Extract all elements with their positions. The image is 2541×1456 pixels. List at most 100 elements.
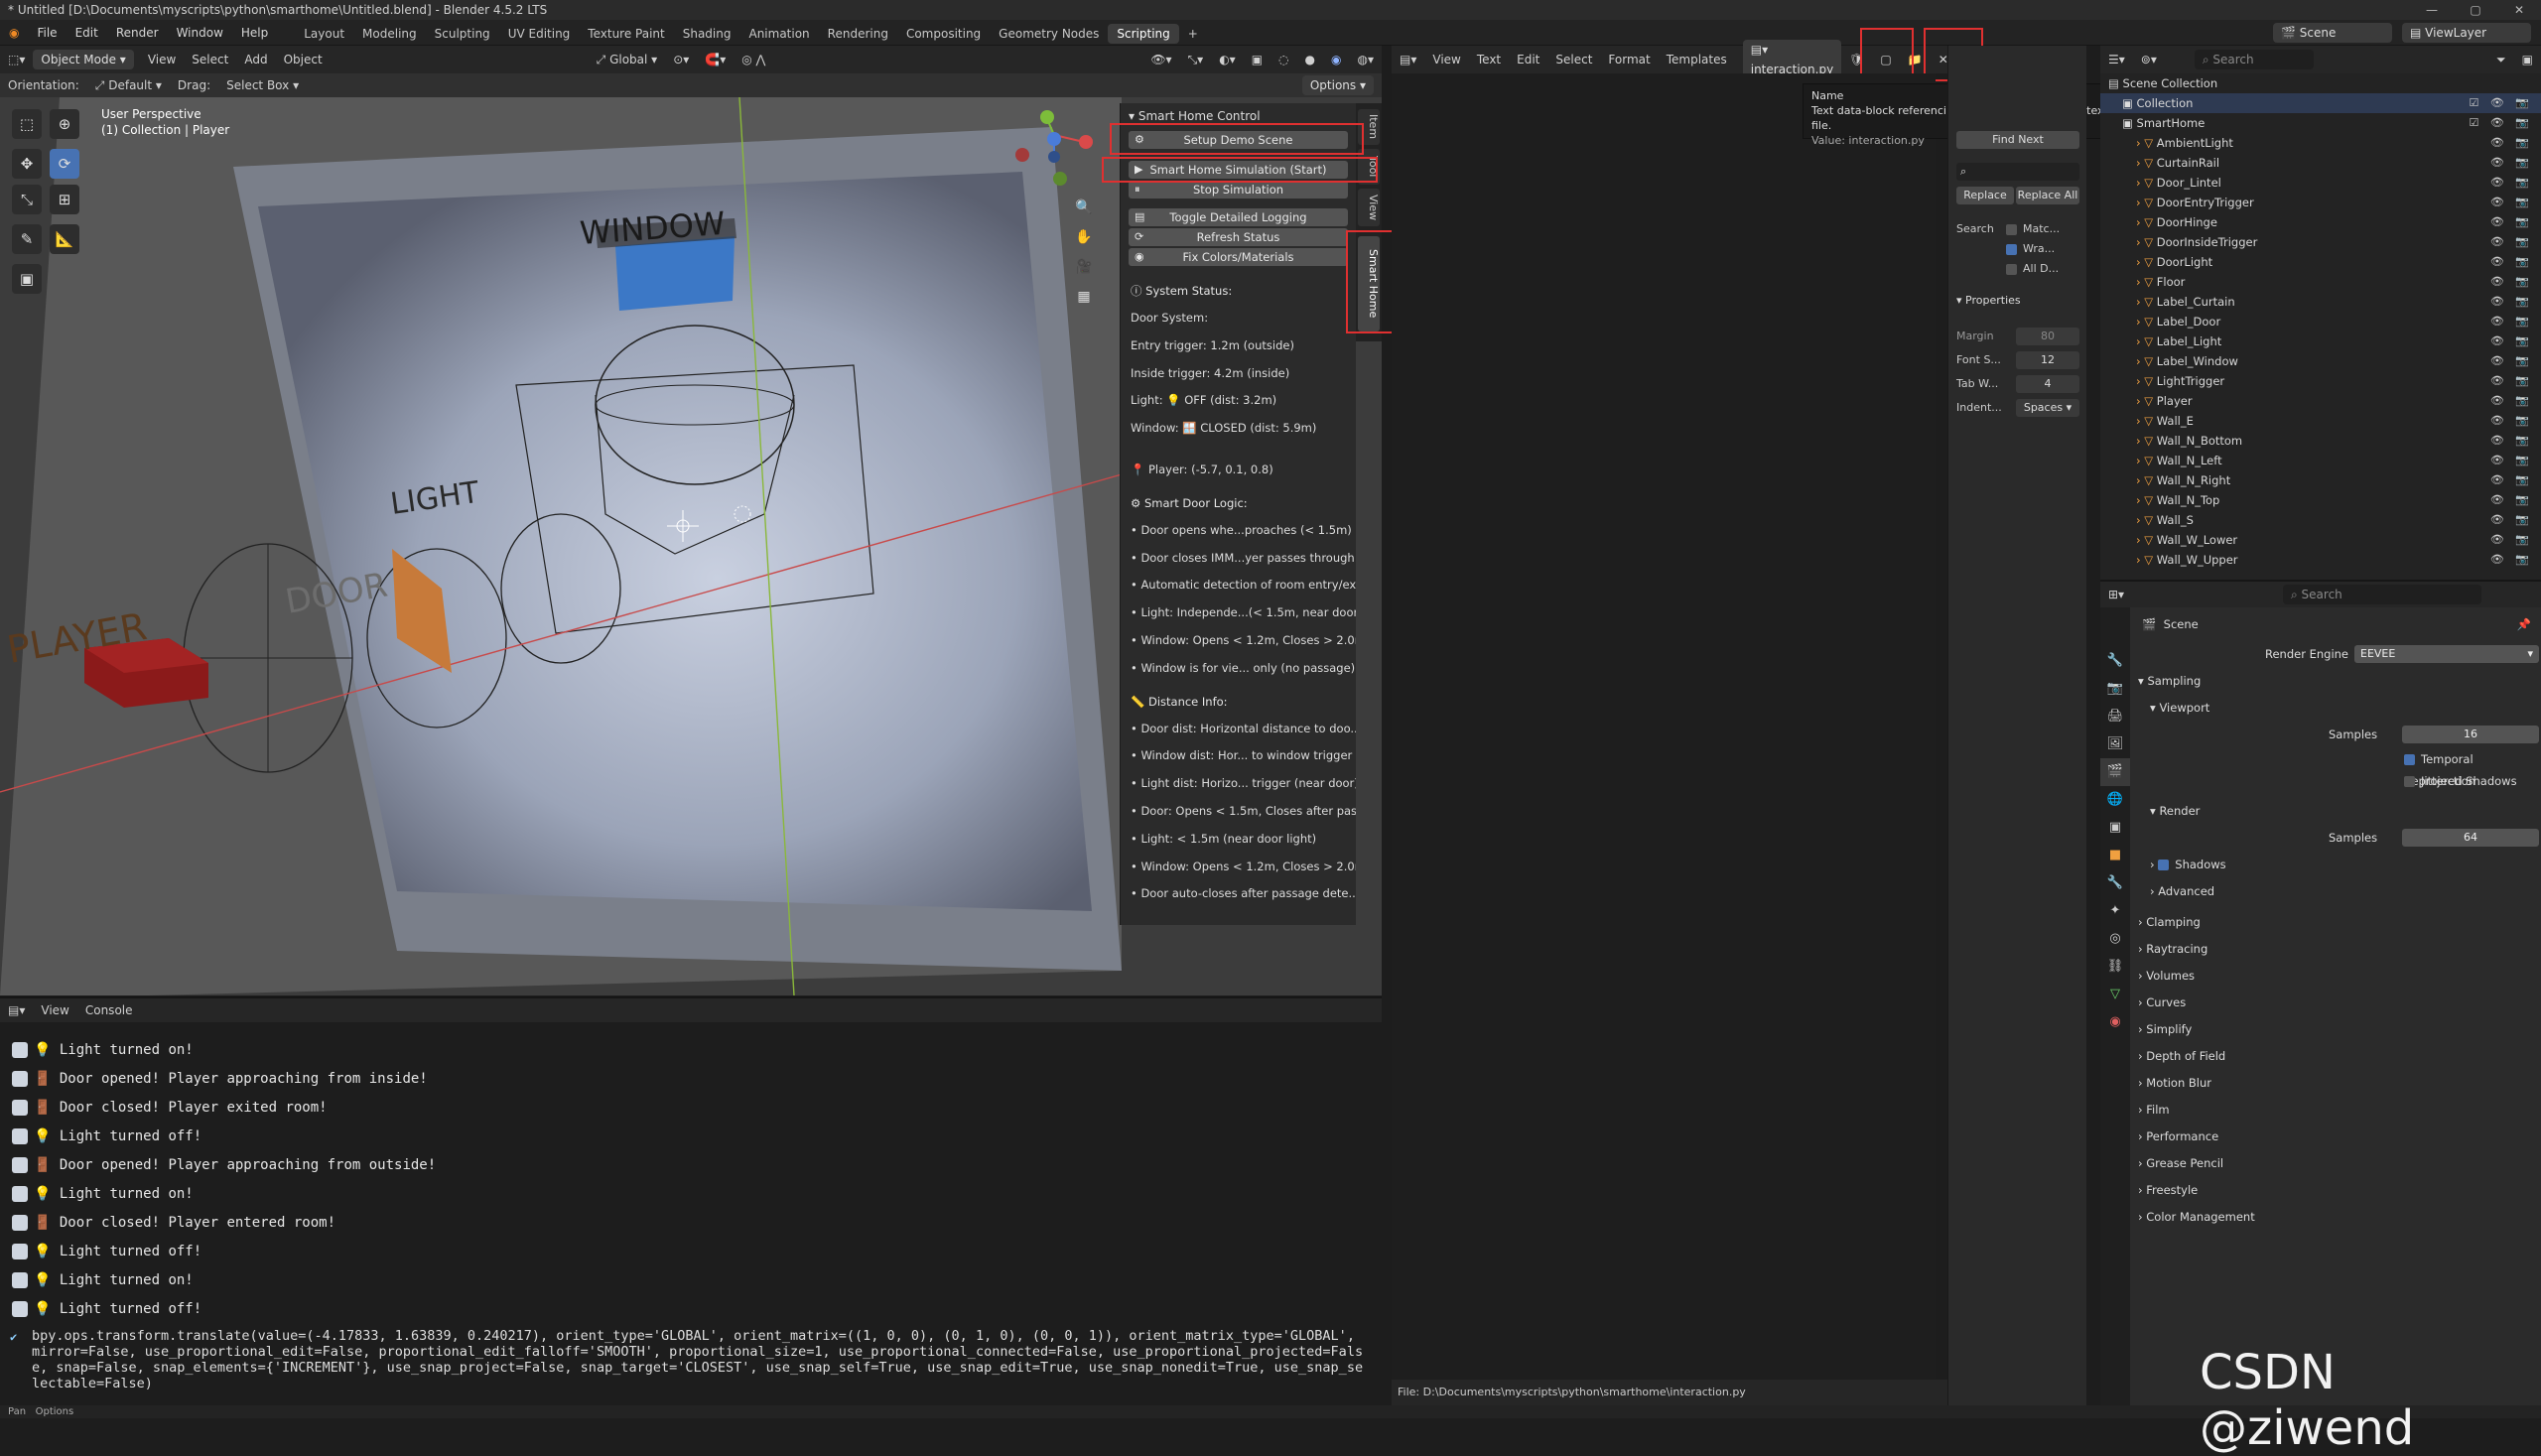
visibility-toggle-icon[interactable]: 👁 📷 (2490, 550, 2533, 570)
outliner-item[interactable]: › ▽ Label_Light 👁 📷 (2100, 331, 2541, 351)
add-cube-tool-icon[interactable]: ▣ (12, 264, 42, 294)
console-editor-type-icon[interactable]: ▤▾ (0, 998, 33, 1022)
console-menu-console[interactable]: Console (77, 998, 141, 1022)
pivot-icon[interactable]: ⊙▾ (665, 48, 697, 71)
render-samples-field[interactable]: 64 (2402, 829, 2539, 847)
workspace-tab-scripting[interactable]: Scripting (1108, 24, 1179, 44)
object-tab-icon[interactable]: ■ (2100, 842, 2130, 869)
transform-orientation-selector[interactable]: ⤢ Global ▾ (589, 48, 666, 71)
render-tab-icon[interactable]: 📷 (2100, 675, 2130, 703)
viewport-subpanel-header[interactable]: ▾ Viewport (2130, 695, 2541, 722)
visibility-toggle-icon[interactable]: ☑ 👁 📷 (2469, 93, 2533, 113)
properties-panel-header[interactable]: › Film (2130, 1097, 2541, 1124)
visibility-toggle-icon[interactable]: 👁 📷 (2490, 490, 2533, 510)
menu-help[interactable]: Help (232, 20, 277, 46)
workspace-tab-texture-paint[interactable]: Texture Paint (579, 24, 673, 44)
scene-tab-icon[interactable]: 🎬 (2100, 758, 2130, 786)
editor-type-icon[interactable]: ⬚▾ (0, 48, 33, 71)
outliner-item[interactable]: › ▽ Wall_N_Bottom 👁 📷 (2100, 431, 2541, 451)
advanced-subpanel[interactable]: › Advanced (2130, 878, 2541, 905)
outliner-root[interactable]: ▤ Scene Collection (2100, 73, 2541, 93)
material-tab-icon[interactable]: ◉ (2100, 1008, 2130, 1036)
gizmo-icon[interactable]: ⤡▾ (1180, 48, 1212, 71)
te-menu-view[interactable]: View (1424, 48, 1468, 71)
shading-material-icon[interactable]: ◉ (1323, 48, 1349, 71)
blender-logo-icon[interactable]: ◉ (0, 20, 28, 46)
collection-tab-icon[interactable]: ▣ (2100, 814, 2130, 842)
move-tool-icon[interactable]: ✥ (12, 149, 42, 179)
properties-panel-header[interactable]: › Motion Blur (2130, 1070, 2541, 1097)
all-data-checkbox[interactable]: All D... (2006, 262, 2059, 275)
physics-tab-icon[interactable]: ◎ (2100, 925, 2130, 953)
outliner-search-input[interactable]: ⌕ Search (2194, 50, 2314, 69)
visibility-toggle-icon[interactable]: 👁 📷 (2490, 133, 2533, 153)
outliner-item[interactable]: › ▽ DoorHinge 👁 📷 (2100, 212, 2541, 232)
workspace-tab-shading[interactable]: Shading (674, 24, 740, 44)
outliner-item[interactable]: › ▽ Wall_W_Lower 👁 📷 (2100, 530, 2541, 550)
workspace-tab-rendering[interactable]: Rendering (819, 24, 897, 44)
visibility-toggle-icon[interactable]: 👁 📷 (2490, 431, 2533, 451)
zoom-icon[interactable]: 🔍 (1074, 193, 1094, 222)
filter-icon[interactable]: ⏷ (2488, 48, 2514, 71)
properties-panel-header[interactable]: › Volumes (2130, 963, 2541, 990)
ortho-toggle-icon[interactable]: ▦ (1074, 282, 1094, 312)
properties-search-input[interactable]: ⌕ Search (2283, 585, 2481, 604)
vp-menu-object[interactable]: Object (276, 48, 331, 71)
properties-panel-header[interactable]: › Depth of Field (2130, 1043, 2541, 1070)
pin-icon[interactable]: 📌 (2517, 607, 2531, 641)
outliner-item[interactable]: › ▽ Floor 👁 📷 (2100, 272, 2541, 292)
outliner-item[interactable]: › ▽ Wall_N_Left 👁 📷 (2100, 451, 2541, 470)
visibility-toggle-icon[interactable]: 👁 📷 (2490, 331, 2533, 351)
wrap-checkbox[interactable]: Wra... (2006, 242, 2055, 255)
drag-selector[interactable]: Select Box ▾ (218, 73, 307, 97)
visibility-toggle-icon[interactable]: 👁 📷 (2490, 411, 2533, 431)
menu-edit[interactable]: Edit (67, 20, 107, 46)
vp-menu-add[interactable]: Add (236, 48, 275, 71)
shading-rendered-icon[interactable]: ◍▾ (1350, 48, 1383, 71)
replace-button[interactable]: Replace (1956, 187, 2014, 204)
shadows-subpanel[interactable]: › Shadows (2130, 852, 2541, 878)
viewport-samples-field[interactable]: 16 (2402, 726, 2539, 743)
outliner-item[interactable]: › ▽ Wall_N_Right 👁 📷 (2100, 470, 2541, 490)
data-tab-icon[interactable]: ▽ (2100, 981, 2130, 1008)
render-engine-selector[interactable]: EEVEE ▾ (2354, 645, 2539, 663)
outliner-item[interactable]: › ▽ Wall_S 👁 📷 (2100, 510, 2541, 530)
match-case-checkbox[interactable]: Matc... (2006, 222, 2060, 235)
sampling-panel-header[interactable]: ▾ Sampling (2130, 668, 2541, 695)
properties-panel-header[interactable]: › Freestyle (2130, 1177, 2541, 1204)
outliner-item[interactable]: › ▽ Wall_N_Top 👁 📷 (2100, 490, 2541, 510)
workspace-tab-sculpting[interactable]: Sculpting (426, 24, 499, 44)
code-editor[interactable] (1392, 73, 1936, 1380)
scene-selector[interactable]: 🎬 Scene (2273, 22, 2392, 43)
properties-panel-header[interactable]: › Clamping (2130, 909, 2541, 936)
outliner-item[interactable]: › ▽ LightTrigger 👁 📷 (2100, 371, 2541, 391)
add-workspace-icon[interactable]: + (1179, 24, 1207, 44)
te-menu-edit[interactable]: Edit (1509, 48, 1547, 71)
shading-solid-icon[interactable]: ● (1297, 48, 1323, 71)
properties-panel-header[interactable]: › Curves (2130, 990, 2541, 1016)
visibility-toggle-icon[interactable]: 👁 📷 (2490, 451, 2533, 470)
visibility-toggle-icon[interactable]: 👁 📷 (2490, 193, 2533, 212)
tab-view[interactable]: View (1358, 189, 1380, 226)
fix-materials-button[interactable]: ◉ Fix Colors/Materials (1129, 248, 1348, 266)
visibility-toggle-icon[interactable]: 👁 📷 (2490, 292, 2533, 312)
proportional-edit-icon[interactable]: ◎ ⋀ (734, 48, 773, 71)
text-editor-type-icon[interactable]: ▤▾ (1392, 48, 1424, 71)
scale-tool-icon[interactable]: ⤡ (12, 185, 42, 214)
overlay-icon[interactable]: ◐▾ (1211, 48, 1244, 71)
visibility-toggle-icon[interactable]: 👁 📷 (2490, 232, 2533, 252)
python-console[interactable]: 💡 Light turned on! 🚪 Door opened! Player… (0, 1022, 1382, 1405)
workspace-tab-modeling[interactable]: Modeling (353, 24, 426, 44)
toggle-logging-button[interactable]: ▤ Toggle Detailed Logging (1129, 208, 1348, 226)
outliner-item[interactable]: › ▽ AmbientLight 👁 📷 (2100, 133, 2541, 153)
stop-simulation-button[interactable]: ⏸ Stop Simulation (1129, 181, 1348, 199)
shading-wireframe-icon[interactable]: ◌ (1270, 48, 1296, 71)
outliner-item[interactable]: › ▽ Wall_W_Upper 👁 📷 (2100, 550, 2541, 570)
menu-window[interactable]: Window (168, 20, 232, 46)
outliner-item[interactable]: › ▽ Label_Door 👁 📷 (2100, 312, 2541, 331)
new-collection-icon[interactable]: ▣ (2514, 48, 2541, 71)
constraints-tab-icon[interactable]: ⛓ (2100, 953, 2130, 981)
outliner-item[interactable]: › ▽ DoorEntryTrigger 👁 📷 (2100, 193, 2541, 212)
view-layer-selector[interactable]: ▤ ViewLayer (2402, 22, 2531, 43)
te-menu-text[interactable]: Text (1469, 48, 1509, 71)
